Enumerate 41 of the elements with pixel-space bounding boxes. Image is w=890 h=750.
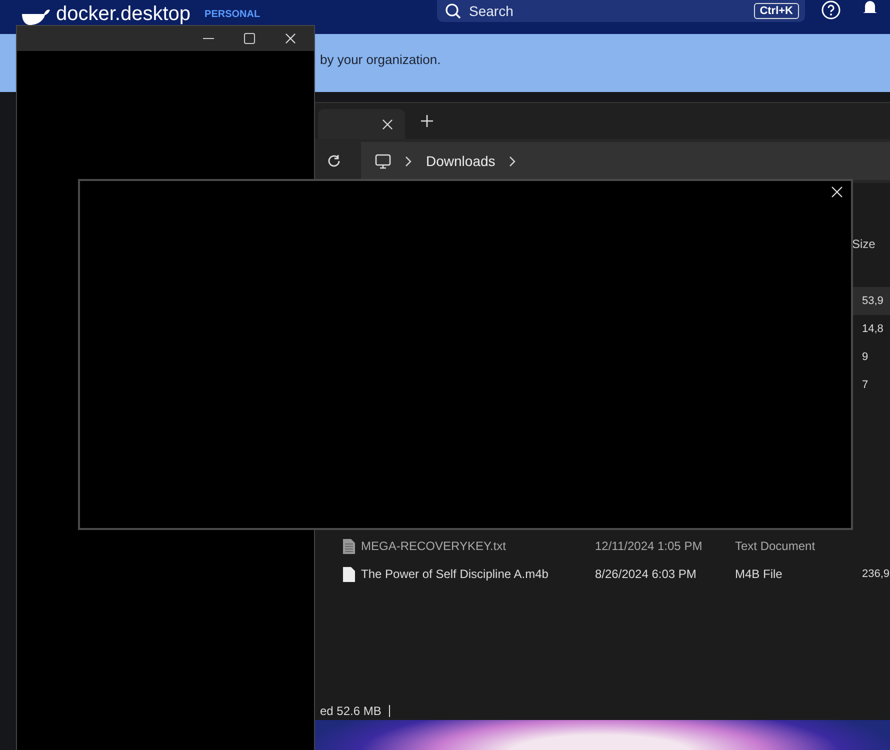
- search-field[interactable]: Search Ctrl+K: [437, 0, 805, 22]
- file-name[interactable]: The Power of Self Discipline A.m4b: [361, 567, 548, 581]
- close-button[interactable]: [831, 186, 843, 198]
- bell-icon[interactable]: [861, 0, 879, 14]
- search-icon: [445, 3, 461, 19]
- close-icon: [285, 33, 296, 44]
- chevron-right-icon: [509, 156, 516, 166]
- close-button[interactable]: [285, 33, 296, 44]
- refresh-icon: [327, 154, 341, 168]
- banner-message: by your organization.: [320, 52, 441, 67]
- app-logo-text: docker.desktop: [56, 3, 191, 26]
- new-tab-button[interactable]: [421, 115, 433, 127]
- file-size: 14,8: [861, 323, 884, 335]
- close-icon: [382, 118, 393, 130]
- plus-icon: [421, 115, 433, 127]
- file-date: 8/26/2024 6:03 PM: [595, 567, 698, 581]
- file-date: 12/11/2024 1:05 PM: [595, 539, 704, 553]
- close-tab-button[interactable]: [382, 118, 393, 130]
- refresh-button[interactable]: [327, 154, 341, 168]
- file-type: M4B File: [735, 567, 784, 581]
- search-input[interactable]: Search: [467, 2, 748, 20]
- chevron-right-icon: [405, 156, 412, 166]
- file-size: 7: [861, 379, 870, 391]
- maximize-icon: [244, 33, 255, 44]
- plan-label: PERSONAL: [204, 9, 260, 20]
- text-file-icon: [343, 538, 355, 554]
- shortcut-hint: Ctrl+K: [754, 3, 799, 19]
- file-name[interactable]: MEGA-RECOVERYKEY.txt: [361, 539, 506, 553]
- monitor-icon: [375, 154, 391, 168]
- column-header[interactable]: Size: [852, 237, 890, 251]
- help-icon[interactable]: [821, 0, 841, 20]
- status-text: ed 52.6 MB: [320, 704, 382, 718]
- file-size: 53,9: [861, 295, 884, 307]
- maximize-button[interactable]: [244, 33, 255, 44]
- file-type: Text Document: [735, 539, 816, 553]
- close-icon: [831, 186, 843, 198]
- breadcrumb-item[interactable]: Downloads: [426, 153, 496, 169]
- address-bar[interactable]: Downloads: [361, 142, 890, 180]
- file-size: 236,9: [861, 568, 890, 580]
- file-icon: [343, 566, 355, 582]
- file-size: 9: [861, 351, 870, 363]
